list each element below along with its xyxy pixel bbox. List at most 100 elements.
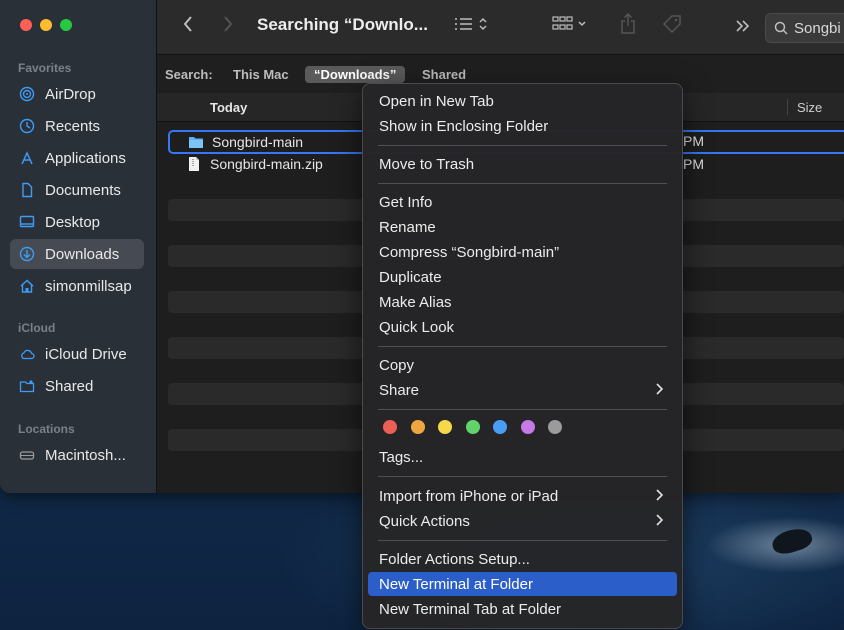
- menu-item-show-in-enclosing-folder[interactable]: Show in Enclosing Folder: [368, 114, 677, 138]
- clock-icon: [18, 117, 36, 135]
- menu-item-copy[interactable]: Copy: [368, 353, 677, 377]
- menu-item-rename[interactable]: Rename: [368, 215, 677, 239]
- chevron-left-icon: [182, 15, 194, 39]
- wallpaper-rock: [769, 524, 815, 558]
- zoom-window-button[interactable]: [60, 19, 72, 31]
- search-input[interactable]: Songbi: [794, 20, 841, 37]
- sidebar-item-airdrop[interactable]: AirDrop: [10, 79, 144, 109]
- tag-red-dot[interactable]: [383, 420, 397, 434]
- menu-item-compress[interactable]: Compress “Songbird-main”: [368, 240, 677, 264]
- menu-separator: [378, 476, 667, 477]
- sidebar-item-home[interactable]: simonmillsap: [10, 271, 144, 301]
- menu-item-label: Folder Actions Setup...: [379, 550, 530, 568]
- share-button[interactable]: [617, 12, 639, 41]
- airdrop-icon: [18, 85, 36, 103]
- menu-separator: [378, 346, 667, 347]
- sidebar-item-label: Macintosh...: [45, 446, 126, 464]
- menu-item-label: Duplicate: [379, 268, 442, 286]
- sidebar-item-desktop[interactable]: Desktop: [10, 207, 144, 237]
- menu-item-tags[interactable]: Tags...: [368, 445, 677, 469]
- sidebar-item-label: Documents: [45, 181, 121, 199]
- sidebar-item-icloud-drive[interactable]: iCloud Drive: [10, 339, 144, 369]
- menu-item-label: Make Alias: [379, 293, 452, 311]
- disk-icon: [18, 446, 36, 464]
- toolbar: Searching “Downlo... Songbi: [157, 0, 844, 55]
- menu-item-label: Share: [379, 381, 420, 399]
- menu-item-label: Quick Look: [379, 318, 455, 336]
- minimize-window-button[interactable]: [40, 19, 52, 31]
- zip-file-icon: [189, 157, 199, 171]
- sidebar-section-icloud: iCloud: [18, 321, 56, 335]
- view-list-button[interactable]: [451, 14, 493, 40]
- menu-item-import-from-iphone[interactable]: Import from iPhone or iPad: [368, 484, 677, 508]
- tag-gray-dot[interactable]: [548, 420, 562, 434]
- sidebar-item-macintosh[interactable]: Macintosh...: [10, 440, 144, 470]
- column-size-header[interactable]: Size: [797, 100, 822, 115]
- sidebar-item-shared[interactable]: Shared: [10, 371, 144, 401]
- menu-item-move-to-trash[interactable]: Move to Trash: [368, 152, 677, 176]
- sidebar-item-documents[interactable]: Documents: [10, 175, 144, 205]
- tag-yellow-dot[interactable]: [438, 420, 452, 434]
- share-icon: [620, 12, 636, 41]
- scope-shared[interactable]: Shared: [422, 67, 466, 82]
- sidebar-item-downloads[interactable]: Downloads: [10, 239, 144, 269]
- tag-orange-dot[interactable]: [410, 420, 425, 434]
- menu-item-label: Import from iPhone or iPad: [379, 487, 559, 505]
- search-scope-label: Search:: [165, 67, 213, 82]
- tag-blue-dot[interactable]: [493, 420, 507, 434]
- menu-item-label: Move to Trash: [379, 155, 475, 173]
- applications-icon: [18, 149, 36, 167]
- chevron-right-icon: [656, 383, 664, 395]
- scope-downloads[interactable]: “Downloads”: [305, 66, 406, 83]
- menu-separator: [378, 409, 667, 410]
- menu-item-folder-actions-setup[interactable]: Folder Actions Setup...: [368, 547, 677, 571]
- menu-item-label: Copy: [379, 356, 415, 374]
- menu-item-make-alias[interactable]: Make Alias: [368, 290, 677, 314]
- menu-item-quick-look[interactable]: Quick Look: [368, 315, 677, 339]
- grid-icon: [552, 15, 592, 39]
- scope-this-mac[interactable]: This Mac: [233, 67, 289, 82]
- file-name: Songbird-main: [212, 134, 304, 150]
- back-button[interactable]: [179, 14, 197, 40]
- menu-item-label: New Terminal at Folder: [379, 575, 533, 593]
- context-menu: Open in New Tab Show in Enclosing Folder…: [362, 83, 683, 629]
- sidebar-item-applications[interactable]: Applications: [10, 143, 144, 173]
- menu-item-get-info[interactable]: Get Info: [368, 190, 677, 214]
- menu-item-label: Compress “Songbird-main”: [379, 243, 560, 261]
- forward-button[interactable]: [219, 14, 237, 40]
- sidebar-item-recents[interactable]: Recents: [10, 111, 144, 141]
- menu-item-new-terminal-tab-at-folder[interactable]: New Terminal Tab at Folder: [368, 597, 677, 621]
- group-by-button[interactable]: [551, 14, 593, 40]
- menu-item-label: Open in New Tab: [379, 92, 494, 110]
- menu-item-label: Quick Actions: [379, 512, 470, 530]
- sidebar-section-locations: Locations: [18, 422, 75, 436]
- tag-purple-dot[interactable]: [520, 420, 535, 434]
- sidebar-item-label: AirDrop: [45, 85, 96, 103]
- double-chevron-icon: [735, 16, 751, 39]
- search-field[interactable]: Songbi: [765, 13, 844, 43]
- menu-item-new-terminal-at-folder[interactable]: New Terminal at Folder: [368, 572, 677, 596]
- cloud-icon: [18, 345, 36, 363]
- sidebar-item-label: Downloads: [45, 245, 120, 263]
- tag-green-dot[interactable]: [465, 420, 480, 434]
- more-toolbar-button[interactable]: [733, 14, 753, 40]
- menu-item-label: Rename: [379, 218, 436, 236]
- folder-icon: [189, 137, 203, 148]
- menu-item-quick-actions[interactable]: Quick Actions: [368, 509, 677, 533]
- download-icon: [18, 245, 36, 263]
- menu-item-duplicate[interactable]: Duplicate: [368, 265, 677, 289]
- sidebar-item-label: Applications: [45, 149, 126, 167]
- sidebar-item-label: Shared: [45, 377, 94, 395]
- menu-item-label: Show in Enclosing Folder: [379, 117, 549, 135]
- tags-button[interactable]: [659, 14, 685, 40]
- menu-separator: [378, 145, 667, 146]
- file-date: PM: [683, 133, 704, 149]
- desktop-icon: [18, 213, 36, 231]
- file-date: PM: [683, 156, 704, 172]
- sidebar-item-label: simonmillsap: [45, 277, 132, 295]
- sidebar: Favorites AirDrop Recents Applications D…: [0, 0, 157, 493]
- group-header-today: Today: [210, 100, 248, 115]
- menu-item-open-in-new-tab[interactable]: Open in New Tab: [368, 89, 677, 113]
- close-window-button[interactable]: [20, 19, 32, 31]
- menu-item-share[interactable]: Share: [368, 378, 677, 402]
